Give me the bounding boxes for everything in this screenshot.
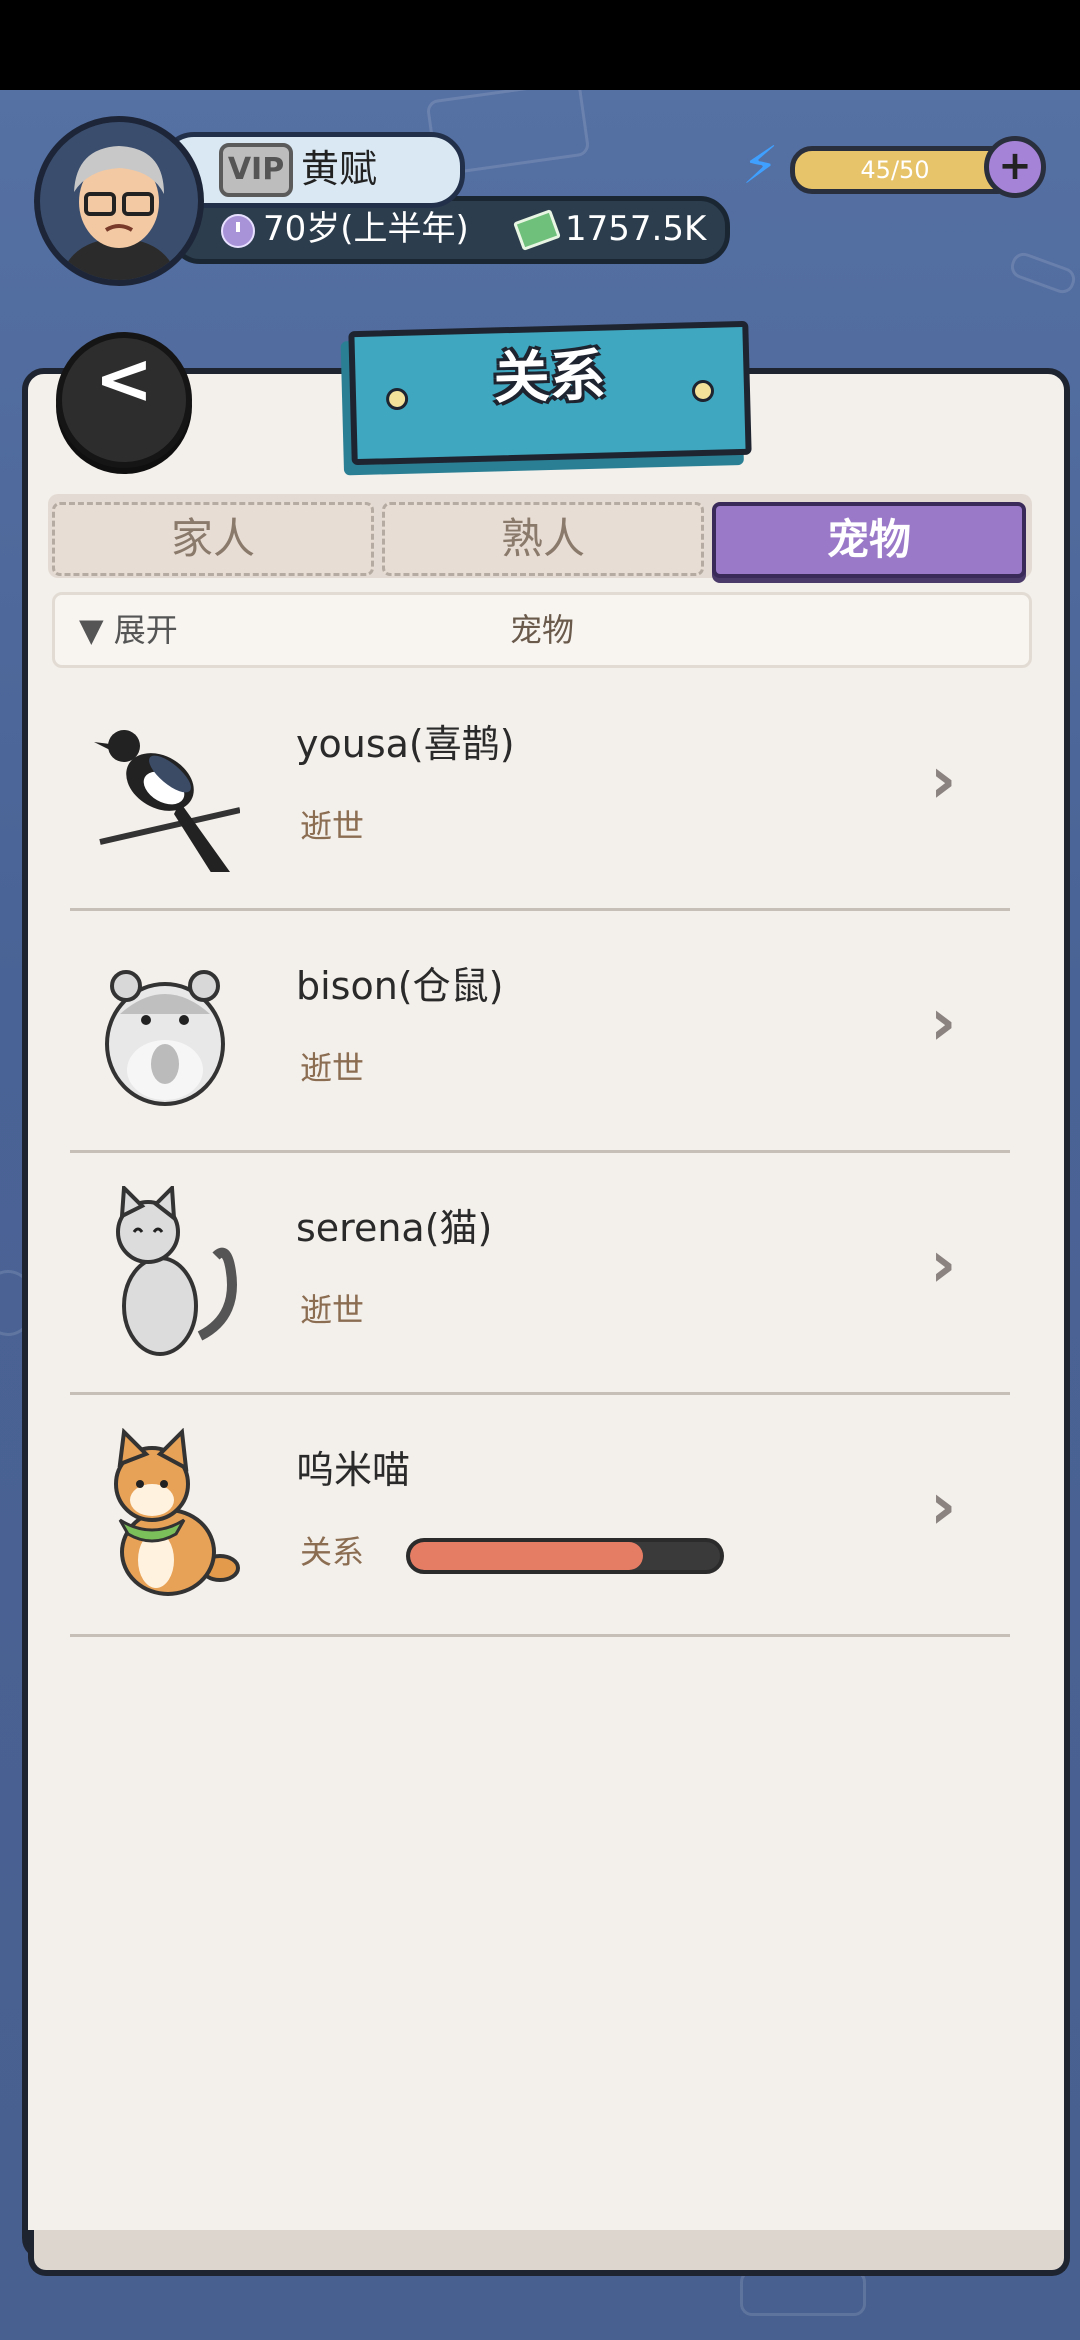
tab-acquaintances[interactable]: 熟人 [382,502,704,576]
energy-value: 45/50 [860,156,930,184]
status-bar [0,0,1080,90]
pet-status: 逝世 [300,807,365,845]
back-arrow-icon: < [94,338,154,420]
relationship-bar [406,1538,724,1574]
pet-status: 逝世 [300,1291,365,1329]
list-item[interactable]: 呜米喵 关系 › [70,1392,1010,1637]
clock-icon [221,214,255,248]
vip-badge[interactable]: VIP [219,143,293,197]
chevron-right-icon[interactable]: › [930,1230,970,1300]
page-title: 关系 [492,343,607,412]
magpie-icon [90,702,241,874]
add-energy-button[interactable]: + [984,136,1046,198]
player-name: 黄赋 [301,147,378,191]
pet-name: 呜米喵 [296,1448,411,1492]
lightning-icon: ⚡ [742,136,779,196]
relationship-label: 关系 [300,1533,365,1571]
pet-name: serena(猫) [296,1206,493,1250]
player-avatar[interactable] [34,116,204,286]
list-item[interactable]: serena(猫) 逝世 › [70,1150,1010,1395]
tab-pets[interactable]: 宠物 [712,502,1026,578]
chevron-right-icon[interactable]: › [930,746,970,816]
list-item[interactable]: bison(仓鼠) 逝世 › [70,908,1010,1153]
tab-family[interactable]: 家人 [52,502,374,576]
filter-category-label: 宠物 [509,611,574,649]
hamster-icon [90,944,240,1114]
money-icon [513,209,561,251]
cat-icon [90,1183,240,1356]
pet-name: yousa(喜鹊) [296,722,515,766]
tab-bar: 家人 熟人 宠物 [48,494,1032,578]
shiba-dog-icon [90,1427,240,1598]
relationship-bar-fill [410,1542,643,1570]
title-banner: 关系 [348,320,752,466]
player-age: 70岁(上半年) [263,209,469,249]
filter-bar: ▼ 展开 宠物 [52,592,1032,668]
pet-status: 逝世 [300,1049,365,1087]
pet-name: bison(仓鼠) [296,964,504,1008]
player-name-pill: VIP 黄赋 [160,132,465,208]
panel-bottom-edge [28,2230,1070,2276]
back-button[interactable]: < [56,332,192,468]
player-money: 1757.5K [565,209,707,249]
chevron-right-icon[interactable]: › [930,1472,970,1542]
list-item[interactable]: yousa(喜鹊) 逝世 › [70,666,1010,911]
chevron-right-icon[interactable]: › [930,988,970,1058]
